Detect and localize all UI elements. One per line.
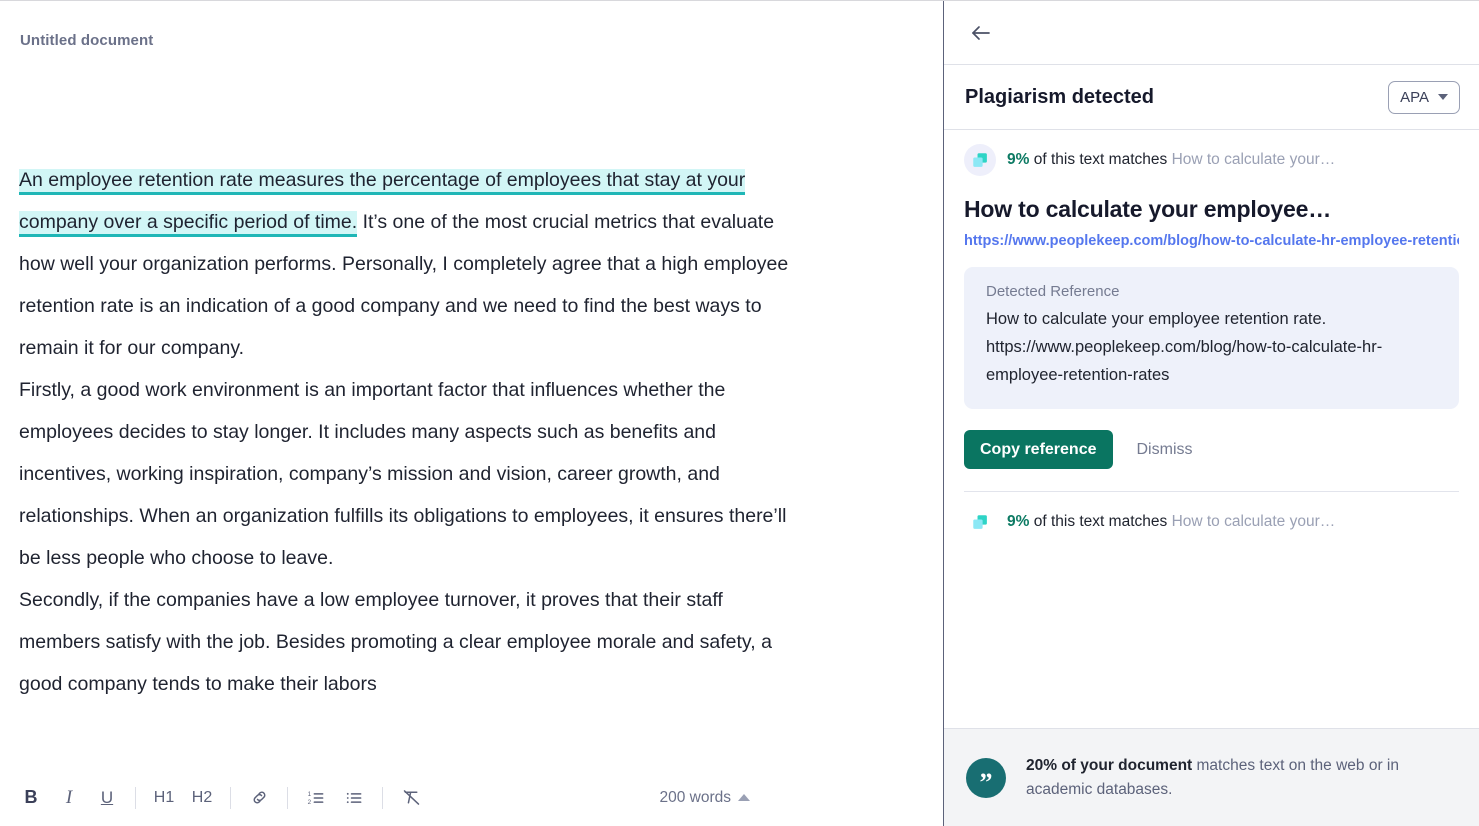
reference-actions: Copy reference Dismiss [964,430,1459,469]
match-middle-2: of this text matches [1029,513,1171,530]
match-text-2: 9% of this text matches How to calculate… [1007,513,1335,531]
link-button[interactable] [243,782,275,814]
chevron-down-icon [1438,94,1448,100]
citation-style-select[interactable]: APA [1388,81,1460,114]
copy-reference-button[interactable]: Copy reference [964,430,1113,469]
panel-header: Plagiarism detected APA [944,65,1479,130]
link-icon [250,788,269,807]
heading-2-button[interactable]: H2 [186,782,218,814]
ordered-list-button[interactable]: 1 2 [300,782,332,814]
document-editor-pane: Untitled document An employee retention … [0,1,943,826]
toolbar-divider [382,787,383,809]
copy-squares-icon [972,514,989,531]
match-source-1: How to calculate your… [1172,151,1336,168]
svg-text:1: 1 [308,790,312,797]
svg-text:2: 2 [308,798,312,805]
toolbar-buttons: B I U H1 H2 1 2 [0,782,430,814]
clear-formatting-button[interactable] [395,782,427,814]
detected-reference-label: Detected Reference [986,283,1440,300]
match-item-2: 9% of this text matches How to calculate… [944,492,1479,552]
citation-style-value: APA [1400,89,1429,106]
match-middle-1: of this text matches [1029,151,1171,168]
match-icon-wrap [964,506,996,538]
paragraph-2: Firstly, a good work environment is an i… [19,369,809,579]
match-summary-1[interactable]: 9% of this text matches How to calculate… [964,130,1459,190]
toolbar-divider [135,787,136,809]
match-summary-2[interactable]: 9% of this text matches How to calculate… [964,492,1459,552]
footer-percent: 20% of your document [1026,757,1192,774]
word-count-label: 200 words [659,789,731,807]
numbered-list-icon: 1 2 [306,788,326,808]
detected-reference-text: How to calculate your employee retention… [986,305,1440,389]
match-percent-1: 9% [1007,151,1029,168]
dismiss-button[interactable]: Dismiss [1125,441,1205,459]
match-icon-wrap [964,144,996,176]
underline-button[interactable]: U [91,782,123,814]
plagiarism-panel: Plagiarism detected APA 9% of this text … [943,1,1479,826]
plagiarism-checker-app: Untitled document An employee retention … [0,0,1479,826]
word-count-toggle[interactable]: 200 words [659,789,943,807]
paragraph-3: Secondly, if the companies have a low em… [19,579,809,705]
match-source-2: How to calculate your… [1172,513,1336,530]
paragraph-1: An employee retention rate measures the … [19,159,809,369]
h1-label: H1 [154,789,174,807]
match-text-1: 9% of this text matches How to calculate… [1007,151,1335,169]
panel-topbar [944,1,1479,65]
quote-badge: ” [966,758,1006,798]
panel-title: Plagiarism detected [965,86,1154,109]
back-button[interactable] [964,16,998,50]
h2-label: H2 [192,789,212,807]
bullet-list-icon [344,788,364,808]
match-percent-2: 9% [1007,513,1029,530]
match-item-1: 9% of this text matches How to calculate… [944,130,1479,469]
detected-reference-box: Detected Reference How to calculate your… [964,267,1459,409]
source-title: How to calculate your employee… [964,196,1459,223]
clear-formatting-icon [401,787,422,808]
toolbar-divider [230,787,231,809]
footer-summary: 20% of your document matches text on the… [1026,754,1455,802]
panel-footer: ” 20% of your document matches text on t… [944,728,1479,826]
document-body[interactable]: An employee retention rate measures the … [19,159,809,771]
source-url-link[interactable]: https://www.peoplekeep.com/blog/how-to-c… [964,233,1459,249]
heading-1-button[interactable]: H1 [148,782,180,814]
document-title[interactable]: Untitled document [20,32,153,49]
copy-squares-icon [972,152,989,169]
chevron-up-icon [738,794,750,801]
toolbar-divider [287,787,288,809]
back-arrow-icon [969,21,993,45]
italic-button[interactable]: I [53,782,85,814]
formatting-toolbar: B I U H1 H2 1 2 [0,769,943,826]
bullet-list-button[interactable] [338,782,370,814]
panel-content: 9% of this text matches How to calculate… [944,130,1479,728]
bold-button[interactable]: B [15,782,47,814]
